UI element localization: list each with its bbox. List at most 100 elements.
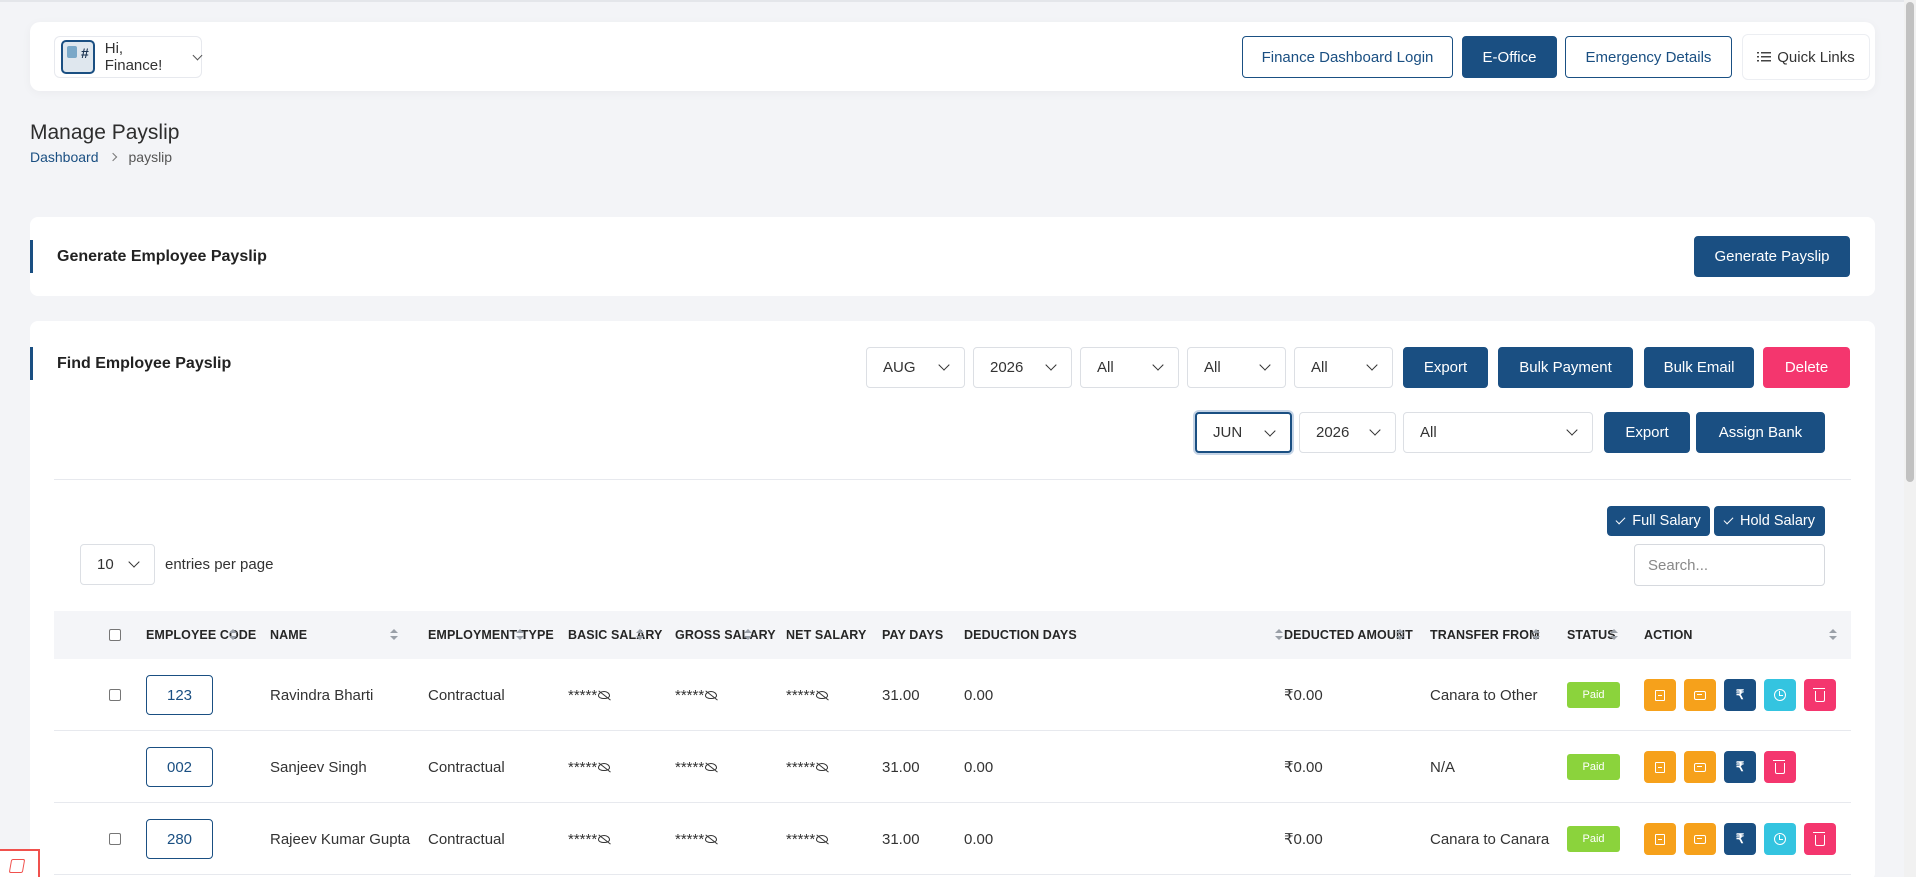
bulk-email-button[interactable]: Bulk Email — [1644, 347, 1754, 388]
delete-row-button[interactable] — [1804, 679, 1836, 711]
year-select[interactable]: 2026 — [973, 347, 1072, 388]
view-payslip-button[interactable] — [1644, 679, 1676, 711]
th-transfer-from[interactable]: TRANSFER FROM — [1430, 611, 1540, 659]
th-employee-code[interactable]: EMPLOYEE CODE — [146, 611, 256, 659]
emergency-details-button[interactable]: Emergency Details — [1565, 36, 1732, 78]
assign-bank-button[interactable]: Assign Bank — [1696, 412, 1825, 453]
search-input[interactable] — [1634, 544, 1825, 586]
th-employment-type[interactable]: EMPLOYMENT TYPE — [428, 611, 554, 659]
full-salary-toggle[interactable]: Full Salary — [1607, 506, 1710, 536]
pay-button[interactable]: ₹ — [1724, 679, 1756, 711]
eye-off-icon[interactable] — [816, 763, 829, 771]
th-employment-type-label: EMPLOYMENT TYPE — [428, 628, 554, 642]
delete-row-button[interactable] — [1764, 751, 1796, 783]
select-all-checkbox[interactable] — [109, 629, 121, 641]
sort-icon — [1829, 629, 1837, 641]
basic-salary-masked: ***** — [568, 830, 598, 848]
th-basic-salary-label: BASIC SALARY — [568, 628, 663, 642]
net-salary-masked: ***** — [786, 830, 816, 848]
filter-select-5[interactable]: All — [1294, 347, 1393, 388]
th-gross-salary[interactable]: GROSS SALARY — [675, 611, 776, 659]
gross-salary-masked: ***** — [675, 686, 705, 704]
eye-off-icon[interactable] — [705, 835, 718, 843]
deducted-amount: ₹0.00 — [1284, 759, 1323, 776]
employee-name: Sanjeev Singh — [270, 758, 367, 776]
filter-select-3[interactable]: All — [1080, 347, 1179, 388]
debug-bar-logo-icon[interactable] — [0, 849, 40, 877]
quick-links-button[interactable]: Quick Links — [1742, 34, 1870, 80]
scrollbar-thumb[interactable] — [1906, 2, 1914, 482]
eye-off-icon[interactable] — [816, 691, 829, 699]
chevron-down-icon — [938, 359, 950, 371]
select-all-cell — [109, 611, 121, 659]
th-deducted-amount-label: DEDUCTED AMOUNT — [1284, 628, 1413, 642]
pay-button[interactable]: ₹ — [1724, 823, 1756, 855]
th-deducted-amount[interactable]: DEDUCTED AMOUNT — [1284, 611, 1413, 659]
view-payslip-button[interactable] — [1644, 823, 1676, 855]
table-row: 123 Ravindra Bharti Contractual ***** **… — [54, 659, 1851, 731]
th-employee-code-label: EMPLOYEE CODE — [146, 628, 257, 642]
filter-select-4[interactable]: All — [1187, 347, 1286, 388]
export-button[interactable]: Export — [1403, 347, 1488, 388]
e-office-button[interactable]: E-Office — [1462, 36, 1557, 78]
th-basic-salary[interactable]: BASIC SALARY — [568, 611, 663, 659]
generate-payslip-button[interactable]: Generate Payslip — [1694, 236, 1850, 277]
chevron-down-icon — [128, 556, 140, 568]
eye-off-icon[interactable] — [598, 835, 611, 843]
message-button[interactable] — [1684, 823, 1716, 855]
year-select-value: 2026 — [990, 359, 1024, 376]
bank-month-select[interactable]: JUN — [1195, 412, 1292, 453]
eye-off-icon[interactable] — [705, 691, 718, 699]
employee-code-button[interactable]: 123 — [146, 675, 213, 715]
basic-salary-cell: ***** — [568, 659, 611, 731]
message-button[interactable] — [1684, 679, 1716, 711]
employee-code-button[interactable]: 002 — [146, 747, 213, 787]
entries-per-page-select[interactable]: 10 — [80, 544, 155, 585]
history-button[interactable] — [1764, 823, 1796, 855]
eye-off-icon[interactable] — [816, 835, 829, 843]
document-icon — [1655, 761, 1665, 773]
th-net-salary[interactable]: NET SALARY — [786, 611, 866, 659]
deducted-amount: ₹0.00 — [1284, 687, 1323, 704]
sort-icon — [744, 629, 752, 641]
th-deduction-days[interactable]: DEDUCTION DAYS — [964, 611, 1077, 659]
gross-salary-cell: ***** — [675, 659, 718, 731]
th-pay-days[interactable]: PAY DAYS — [882, 611, 943, 659]
th-transfer-from-label: TRANSFER FROM — [1430, 628, 1540, 642]
hold-salary-toggle[interactable]: Hold Salary — [1714, 506, 1825, 536]
delete-button[interactable]: Delete — [1763, 347, 1850, 388]
breadcrumb-dashboard-link[interactable]: Dashboard — [30, 149, 99, 165]
pay-button[interactable]: ₹ — [1724, 751, 1756, 783]
employee-code-button[interactable]: 280 — [146, 819, 213, 859]
bank-year-select[interactable]: 2026 — [1299, 412, 1396, 453]
row-checkbox[interactable] — [109, 689, 121, 701]
bulk-payment-button[interactable]: Bulk Payment — [1498, 347, 1633, 388]
message-button[interactable] — [1684, 751, 1716, 783]
eye-off-icon[interactable] — [598, 691, 611, 699]
finance-dashboard-login-button[interactable]: Finance Dashboard Login — [1242, 36, 1453, 78]
th-deduction-days-label: DEDUCTION DAYS — [964, 628, 1077, 642]
user-menu[interactable]: Hi, Finance! — [54, 36, 203, 78]
bank-export-button[interactable]: Export — [1604, 412, 1690, 453]
eye-off-icon[interactable] — [598, 763, 611, 771]
basic-salary-cell: ***** — [568, 731, 611, 803]
chevron-down-icon — [1264, 425, 1276, 437]
month-select[interactable]: AUG — [866, 347, 965, 388]
bank-month-select-value: JUN — [1213, 424, 1243, 441]
delete-row-button[interactable] — [1804, 823, 1836, 855]
transfer-from: Canara to Other — [1430, 686, 1538, 704]
th-name-label: NAME — [270, 628, 308, 642]
eye-off-icon[interactable] — [705, 763, 718, 771]
th-name[interactable]: NAME — [270, 611, 307, 659]
table-row: 002 Sanjeev Singh Contractual ***** ****… — [54, 731, 1851, 803]
clock-icon — [1774, 689, 1786, 701]
row-checkbox[interactable] — [109, 833, 121, 845]
gross-salary-cell: ***** — [675, 731, 718, 803]
view-payslip-button[interactable] — [1644, 751, 1676, 783]
bank-filter-select[interactable]: All — [1403, 412, 1593, 453]
page-scrollbar[interactable] — [1904, 0, 1916, 877]
history-button[interactable] — [1764, 679, 1796, 711]
bank-year-select-value: 2026 — [1316, 424, 1350, 441]
transfer-from: N/A — [1430, 758, 1456, 776]
th-status[interactable]: STATUS — [1567, 611, 1616, 659]
